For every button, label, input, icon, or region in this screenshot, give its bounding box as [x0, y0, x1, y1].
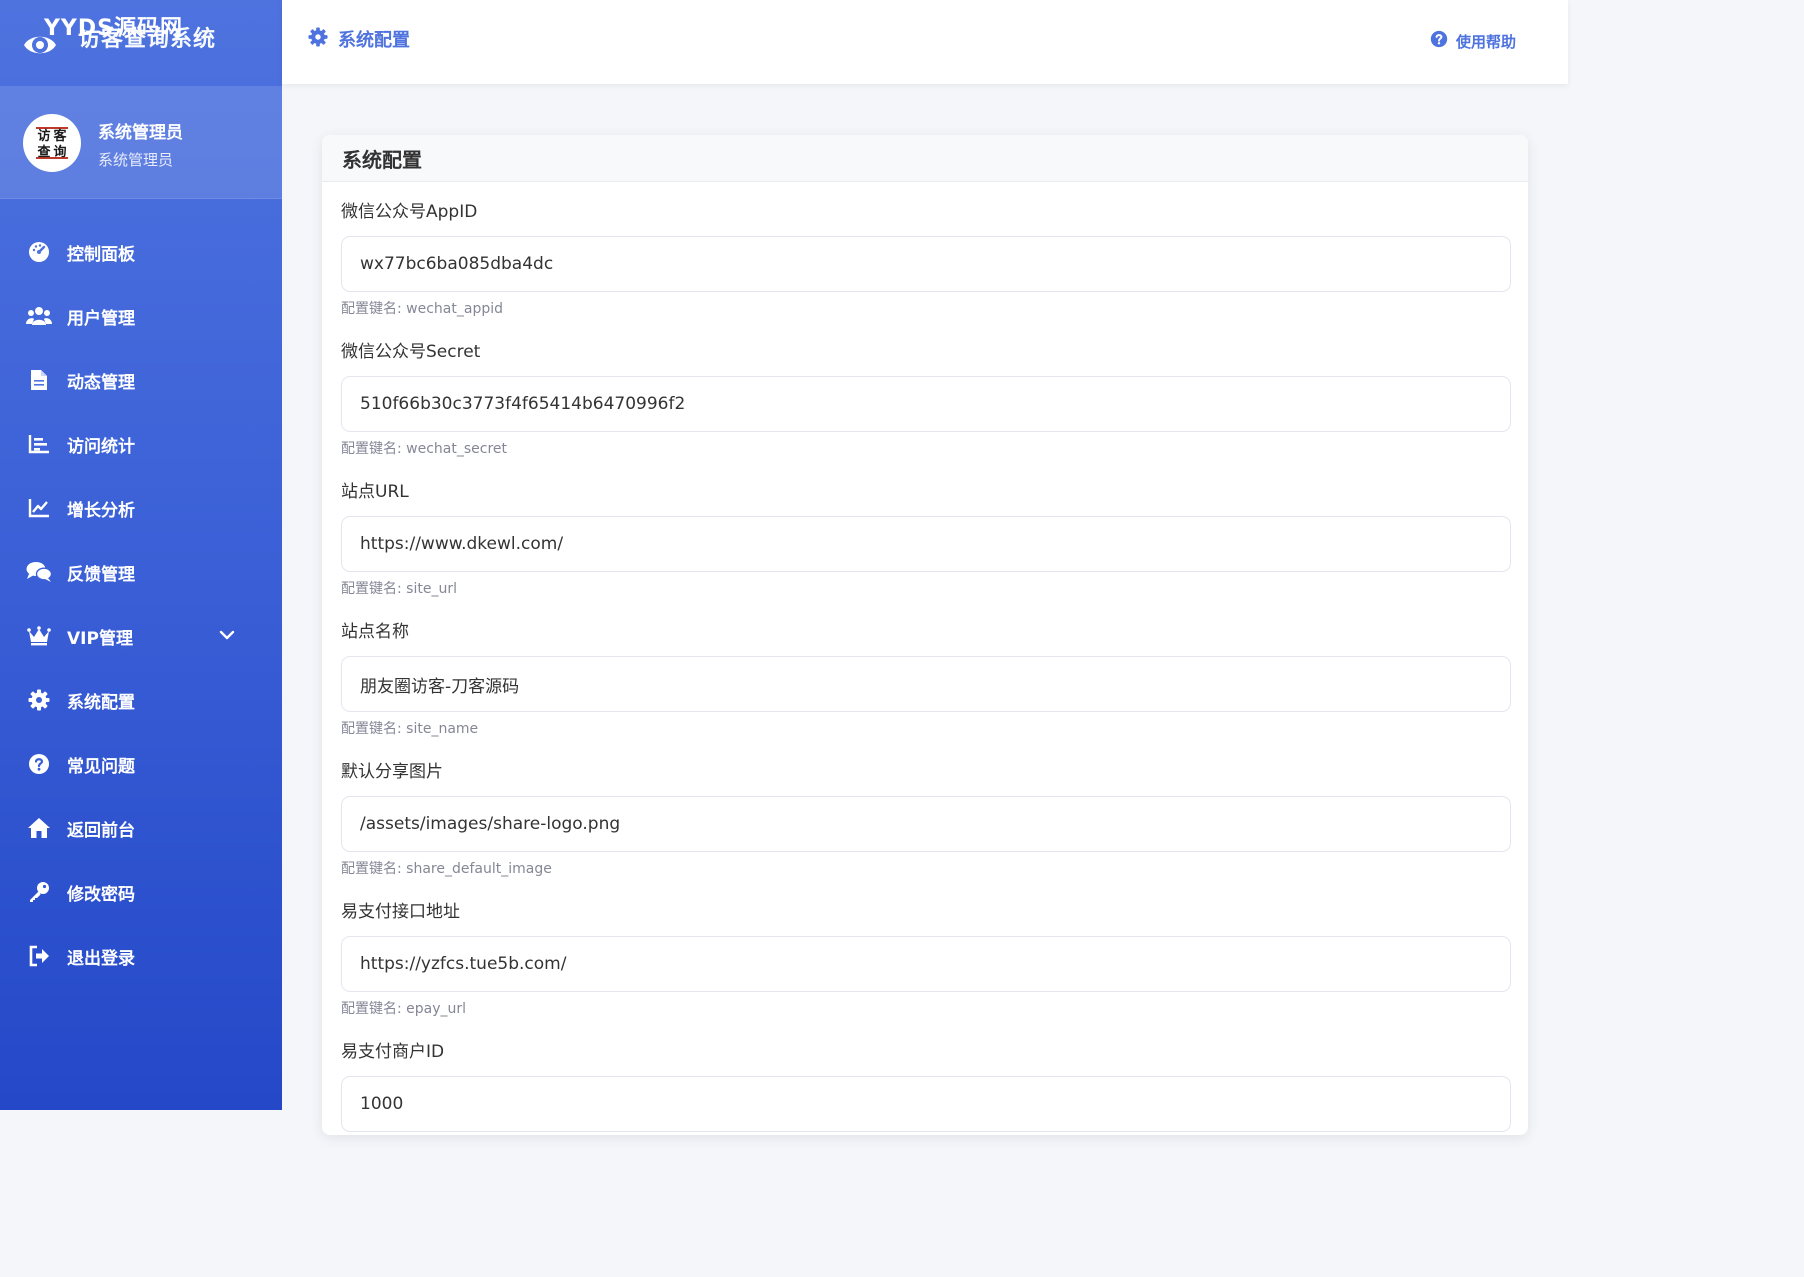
- field-label: 微信公众号Secret: [341, 342, 481, 362]
- sidebar-item-logout[interactable]: 退出登录: [0, 924, 282, 988]
- user-role: 系统管理员: [98, 151, 174, 169]
- site-name-input[interactable]: [341, 656, 1511, 712]
- sidebar-item-growth[interactable]: 增长分析: [0, 476, 282, 540]
- field-hint: 配置键名: site_name: [341, 721, 479, 737]
- field-label: 默认分享图片: [341, 762, 443, 782]
- sidebar-item-label: 控制面板: [67, 244, 135, 265]
- sidebar-menu: 控制面板 用户管理 动态管理 访问统计 增长分析 反馈管理 VIP管理 系统配置…: [0, 220, 282, 988]
- sidebar-item-feedback[interactable]: 反馈管理: [0, 540, 282, 604]
- sidebar-item-label: 修改密码: [67, 884, 135, 905]
- field-site-url: 站点URL 配置键名: site_url: [341, 479, 1511, 599]
- sidebar-item-settings[interactable]: 系统配置: [0, 668, 282, 732]
- sidebar-item-label: VIP管理: [67, 628, 133, 649]
- sidebar-item-vip[interactable]: VIP管理: [0, 604, 282, 668]
- breadcrumb: 系统配置: [308, 26, 410, 52]
- field-hint: 配置键名: wechat_secret: [341, 441, 508, 457]
- help-link[interactable]: 使用帮助: [1430, 30, 1516, 52]
- sidebar-item-label: 用户管理: [67, 308, 135, 329]
- sidebar-item-change-password[interactable]: 修改密码: [0, 860, 282, 924]
- sidebar-item-users[interactable]: 用户管理: [0, 284, 282, 348]
- field-hint: 配置键名: wechat_appid: [341, 301, 503, 317]
- field-hint: 配置键名: share_default_image: [341, 861, 552, 877]
- gear-icon: [26, 687, 52, 713]
- sidebar-item-dashboard[interactable]: 控制面板: [0, 220, 282, 284]
- field-label: 易支付接口地址: [341, 902, 460, 922]
- card-title: 系统配置: [342, 147, 422, 172]
- sidebar-item-visit-stats[interactable]: 访问统计: [0, 412, 282, 476]
- card-header: 系统配置: [322, 135, 1528, 182]
- field-epay-url: 易支付接口地址 配置键名: epay_url: [341, 899, 1511, 1019]
- sidebar-item-faq[interactable]: 常见问题: [0, 732, 282, 796]
- avatar: 访客 查询: [23, 114, 81, 172]
- chevron-down-icon[interactable]: [218, 626, 236, 644]
- field-wechat-appid: 微信公众号AppID 配置键名: wechat_appid: [341, 199, 1511, 319]
- user-profile: 访客 查询 系统管理员 系统管理员: [0, 86, 282, 199]
- sidebar-item-label: 反馈管理: [67, 564, 135, 585]
- field-hint: 配置键名: site_url: [341, 581, 457, 597]
- bar-chart-icon: [26, 431, 52, 457]
- field-wechat-secret: 微信公众号Secret 配置键名: wechat_secret: [341, 339, 1511, 459]
- sidebar-item-label: 返回前台: [67, 820, 135, 841]
- brand[interactable]: 访客查询系统 YYDS源码网: [0, 0, 282, 86]
- user-name: 系统管理员: [98, 123, 183, 143]
- key-icon: [26, 879, 52, 905]
- epay-url-input[interactable]: [341, 936, 1511, 992]
- line-chart-icon: [26, 495, 52, 521]
- sidebar: 访客查询系统 YYDS源码网 访客 查询 系统管理员 系统管理员 控制面板 用户…: [0, 0, 282, 1110]
- wechat-appid-input[interactable]: [341, 236, 1511, 292]
- sidebar-item-label: 增长分析: [67, 500, 135, 521]
- epay-merchant-id-input[interactable]: [341, 1076, 1511, 1132]
- sidebar-item-home[interactable]: 返回前台: [0, 796, 282, 860]
- field-site-name: 站点名称 配置键名: site_name: [341, 619, 1511, 739]
- question-circle-icon: [26, 751, 52, 777]
- help-label: 使用帮助: [1455, 32, 1516, 51]
- sidebar-item-label: 退出登录: [67, 948, 135, 969]
- file-icon: [26, 367, 52, 393]
- field-label: 微信公众号AppID: [341, 202, 478, 222]
- field-label: 站点URL: [341, 482, 409, 502]
- sidebar-item-posts[interactable]: 动态管理: [0, 348, 282, 412]
- tachometer-icon: [26, 239, 52, 265]
- sidebar-item-label: 访问统计: [67, 436, 135, 457]
- home-icon: [26, 815, 52, 841]
- field-label: 站点名称: [341, 622, 409, 642]
- share-image-input[interactable]: [341, 796, 1511, 852]
- wechat-secret-input[interactable]: [341, 376, 1511, 432]
- crown-icon: [26, 623, 52, 649]
- site-url-input[interactable]: [341, 516, 1511, 572]
- field-share-image: 默认分享图片 配置键名: share_default_image: [341, 759, 1511, 879]
- question-circle-icon: [1430, 30, 1448, 52]
- brand-watermark: YYDS源码网: [44, 16, 183, 41]
- sidebar-item-label: 常见问题: [67, 756, 135, 777]
- sidebar-item-label: 系统配置: [67, 692, 135, 713]
- comments-icon: [26, 559, 52, 585]
- top-bar: 系统配置 使用帮助: [282, 0, 1568, 84]
- page-title: 系统配置: [338, 30, 410, 51]
- field-hint: 配置键名: epay_url: [341, 1001, 467, 1017]
- gear-icon: [308, 27, 328, 51]
- sign-out-icon: [26, 943, 52, 969]
- avatar-logo: 访客 查询: [36, 127, 68, 160]
- sidebar-item-label: 动态管理: [67, 372, 135, 393]
- settings-card: 系统配置 微信公众号AppID 配置键名: wechat_appid 微信公众号…: [322, 135, 1528, 1135]
- field-label: 易支付商户ID: [341, 1042, 445, 1062]
- users-icon: [26, 303, 52, 329]
- field-epay-merchant-id: 易支付商户ID: [341, 1039, 1511, 1132]
